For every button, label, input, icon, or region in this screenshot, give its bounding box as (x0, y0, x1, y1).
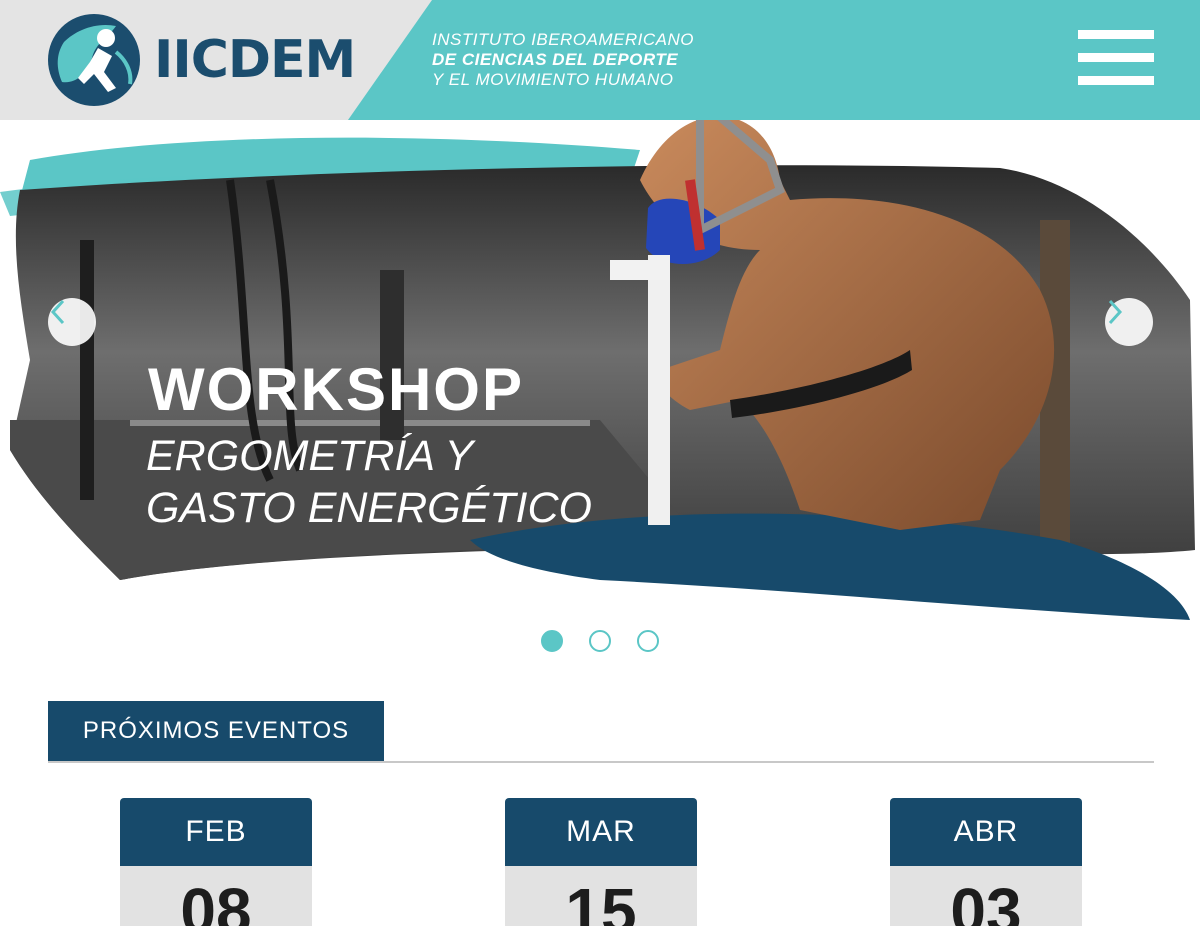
institute-tagline: INSTITUTO IBEROAMERICANO DE CIENCIAS DEL… (432, 30, 694, 90)
slider-dot-2[interactable] (589, 630, 611, 652)
tagline-line-1: INSTITUTO IBEROAMERICANO (432, 30, 694, 49)
hamburger-menu-icon[interactable] (1078, 30, 1154, 86)
chevron-left-icon (50, 299, 65, 325)
event-card-3[interactable]: ABR 03 (890, 798, 1082, 926)
event-month: ABR (890, 798, 1082, 866)
hero-title: WORKSHOP (148, 356, 524, 423)
slider-next-button[interactable] (1105, 298, 1153, 346)
tagline-line-3: Y EL MOVIMIENTO HUMANO (432, 70, 674, 89)
slider-prev-button[interactable] (48, 298, 96, 346)
logo-wordmark: IICDEM (154, 30, 356, 90)
event-day: 03 (890, 866, 1082, 926)
site-header: IICDEM INSTITUTO IBEROAMERICANO DE CIENC… (0, 0, 1200, 120)
event-card-2[interactable]: MAR 15 (505, 798, 697, 926)
site-logo[interactable]: IICDEM (46, 12, 376, 108)
event-card-1[interactable]: FEB 08 (120, 798, 312, 926)
event-day: 08 (120, 866, 312, 926)
events-heading: PRÓXIMOS EVENTOS (48, 701, 384, 761)
event-month: FEB (120, 798, 312, 866)
tagline-line-2: DE CIENCIAS DEL DEPORTE (432, 50, 679, 69)
hero-slider: WORKSHOP ERGOMETRÍA Y GASTO ENERGÉTICO (0, 120, 1200, 680)
runner-logo-icon (48, 14, 140, 106)
hero-subtitle-line-1: ERGOMETRÍA Y (146, 432, 474, 480)
slider-dot-1[interactable] (541, 630, 563, 652)
events-divider (48, 761, 1154, 763)
event-month: MAR (505, 798, 697, 866)
event-day: 15 (505, 866, 697, 926)
hero-subtitle-line-2: GASTO ENERGÉTICO (146, 484, 592, 532)
chevron-right-icon (1108, 299, 1123, 325)
slider-dot-3[interactable] (637, 630, 659, 652)
